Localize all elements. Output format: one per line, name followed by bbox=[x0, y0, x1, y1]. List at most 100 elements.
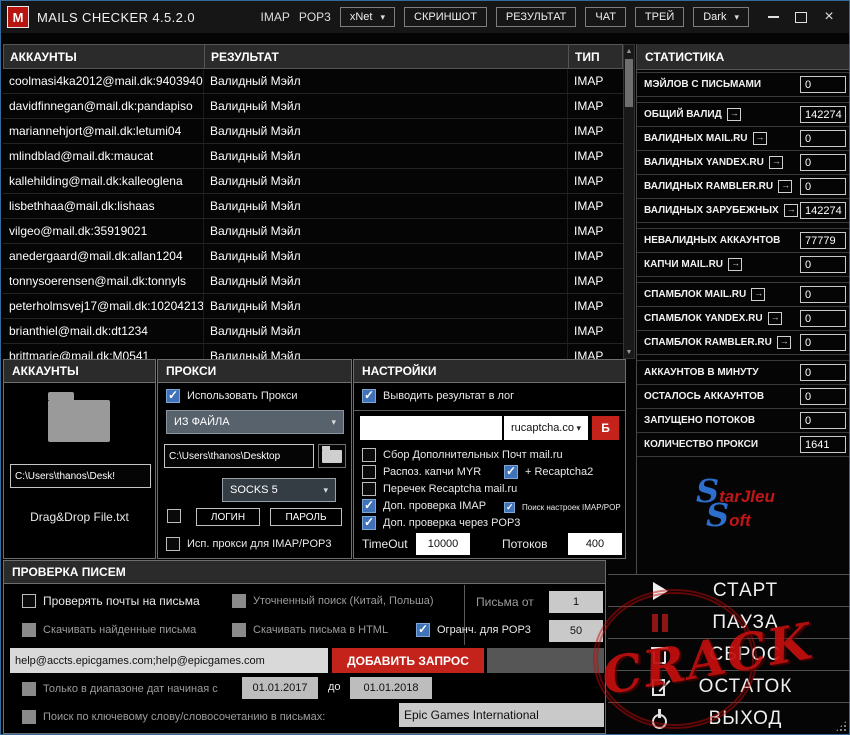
export-icon[interactable] bbox=[751, 288, 765, 301]
rest-icon bbox=[648, 675, 672, 699]
table-row[interactable]: lisbethhaa@mail.dk:lishaas Валидный Мэйл… bbox=[3, 194, 623, 219]
date-from-input[interactable] bbox=[242, 677, 318, 699]
stat-value: 0 bbox=[800, 364, 846, 381]
folder-icon[interactable] bbox=[48, 400, 110, 442]
export-icon[interactable] bbox=[778, 180, 792, 193]
checkbox-captcha-myr[interactable] bbox=[362, 465, 376, 479]
log-output-label: Выводить результат в лог bbox=[383, 390, 514, 402]
checkbox-use-proxy[interactable] bbox=[166, 389, 180, 403]
captcha-key-input[interactable] bbox=[360, 416, 502, 440]
search-query-input[interactable] bbox=[10, 648, 328, 673]
checkbox-proxy-imap-pop3[interactable] bbox=[166, 537, 180, 551]
trash-button[interactable]: СБРОС bbox=[608, 638, 849, 670]
proxy-source-value: ИЗ ФАЙЛА bbox=[174, 416, 230, 428]
cell-type: IMAP bbox=[568, 194, 623, 218]
table-row[interactable]: peterholmsvej17@mail.dk:10204213 Валидны… bbox=[3, 294, 623, 319]
stat-label: МЭЙЛОВ С ПИСЬМАМИ bbox=[644, 79, 761, 90]
checkbox-imap-check[interactable] bbox=[362, 499, 376, 513]
statistics-title: СТАТИСТИКА bbox=[637, 44, 849, 70]
checkbox-pop3-check[interactable] bbox=[362, 516, 376, 530]
stat-value: 0 bbox=[800, 310, 846, 327]
cell-result: Валидный Мэйл bbox=[204, 119, 568, 143]
scroll-down-arrow[interactable]: ▼ bbox=[624, 346, 634, 358]
proxy-login-input[interactable]: ЛОГИН bbox=[196, 508, 260, 526]
accounts-file-path-input[interactable] bbox=[10, 464, 151, 488]
cell-account: kallehilding@mail.dk:kalleoglena bbox=[3, 169, 204, 193]
table-row[interactable]: brittmarie@mail.dk:M0541 Валидный Мэйл I… bbox=[3, 344, 623, 359]
play-button[interactable]: СТАРТ bbox=[608, 574, 849, 606]
proxy-source-dropdown[interactable]: ИЗ ФАЙЛА ▾ bbox=[166, 410, 344, 434]
close-button[interactable]: × bbox=[815, 4, 843, 30]
theme-dropdown[interactable]: Dark ▾ bbox=[693, 7, 749, 27]
table-row[interactable]: tonnysoerensen@mail.dk:tonnyls Валидный … bbox=[3, 269, 623, 294]
balance-button[interactable]: Б bbox=[592, 416, 619, 440]
table-row[interactable]: brianthiel@mail.dk:dt1234 Валидный Мэйл … bbox=[3, 319, 623, 344]
stat-label: КОЛИЧЕСТВО ПРОКСИ bbox=[644, 439, 758, 450]
column-header-result[interactable]: РЕЗУЛЬТАТ bbox=[205, 45, 569, 68]
checkbox-pop3-limit[interactable] bbox=[416, 623, 430, 637]
result-button[interactable]: РЕЗУЛЬТАТ bbox=[496, 7, 576, 27]
proxy-password-input[interactable]: ПАРОЛЬ bbox=[270, 508, 342, 526]
export-icon[interactable] bbox=[728, 258, 742, 271]
xnet-dropdown[interactable]: xNet ▾ bbox=[340, 7, 395, 27]
checkbox-imap-settings-search[interactable] bbox=[504, 502, 515, 513]
letters-from-input[interactable] bbox=[549, 591, 603, 613]
checkbox-check-letters[interactable] bbox=[22, 594, 36, 608]
minimize-button[interactable] bbox=[759, 4, 787, 30]
checkbox-collect-extra-mail[interactable] bbox=[362, 448, 376, 462]
menu-imap[interactable]: IMAP bbox=[261, 10, 290, 24]
table-row[interactable]: kallehilding@mail.dk:kalleoglena Валидны… bbox=[3, 169, 623, 194]
tray-button[interactable]: ТРЕЙ bbox=[635, 7, 684, 27]
stat-group: НЕВАЛИДНЫХ АККАУНТОВ 77779 КАПЧИ MAIL.RU… bbox=[637, 228, 849, 277]
date-to-input[interactable] bbox=[350, 677, 432, 699]
captcha-service-dropdown[interactable]: rucaptcha.co ▾ bbox=[504, 416, 588, 440]
export-icon[interactable] bbox=[777, 336, 791, 349]
table-row[interactable]: vilgeo@mail.dk:35919021 Валидный Мэйл IM… bbox=[3, 219, 623, 244]
table-row[interactable]: anedergaard@mail.dk:allan1204 Валидный М… bbox=[3, 244, 623, 269]
column-header-type[interactable]: ТИП bbox=[569, 45, 622, 68]
proxy-type-dropdown[interactable]: SOCKS 5 ▾ bbox=[222, 478, 336, 502]
cell-type: IMAP bbox=[568, 94, 623, 118]
browse-proxy-file-button[interactable] bbox=[318, 444, 346, 468]
cell-account: lisbethhaa@mail.dk:lishaas bbox=[3, 194, 204, 218]
table-row[interactable]: mariannehjort@mail.dk:letumi04 Валидный … bbox=[3, 119, 623, 144]
add-query-button[interactable]: ДОБАВИТЬ ЗАПРОС bbox=[332, 648, 484, 673]
letter-check-panel-title: ПРОВЕРКА ПИСЕМ bbox=[4, 561, 605, 584]
screenshot-button[interactable]: СКРИНШОТ bbox=[404, 7, 487, 27]
checkbox-proxy-auth[interactable] bbox=[167, 509, 181, 523]
checkbox-recheck-recaptcha[interactable] bbox=[362, 482, 376, 496]
threads-input[interactable] bbox=[568, 533, 622, 555]
checkbox-recaptcha2[interactable] bbox=[504, 465, 518, 479]
chevron-down-icon: ▾ bbox=[734, 12, 739, 23]
cell-account: anedergaard@mail.dk:allan1204 bbox=[3, 244, 204, 268]
action-label: ПАУЗА bbox=[672, 612, 849, 634]
chat-button[interactable]: ЧАТ bbox=[585, 7, 626, 27]
export-icon[interactable] bbox=[727, 108, 741, 121]
timeout-input[interactable] bbox=[416, 533, 470, 555]
table-row[interactable]: coolmasi4ka2012@mail.dk:94039403 Валидны… bbox=[3, 69, 623, 94]
scrollbar-thumb[interactable] bbox=[625, 59, 633, 107]
titlebar-menu: IMAP POP3 xNet ▾ СКРИНШОТ РЕЗУЛЬТАТ ЧАТ … bbox=[261, 7, 750, 27]
cell-result: Валидный Мэйл bbox=[204, 194, 568, 218]
menu-pop3[interactable]: POP3 bbox=[299, 10, 331, 24]
stat-value: 0 bbox=[800, 412, 846, 429]
cell-account: coolmasi4ka2012@mail.dk:94039403 bbox=[3, 69, 204, 93]
pause-button[interactable]: ПАУЗА bbox=[608, 606, 849, 638]
rest-button[interactable]: ОСТАТОК bbox=[608, 670, 849, 702]
export-icon[interactable] bbox=[753, 132, 767, 145]
checkbox-log-output[interactable] bbox=[362, 389, 376, 403]
export-icon[interactable] bbox=[769, 156, 783, 169]
column-header-accounts[interactable]: АККАУНТЫ bbox=[4, 45, 205, 68]
scroll-up-arrow[interactable]: ▲ bbox=[624, 45, 634, 57]
action-label: СТАРТ bbox=[672, 580, 849, 602]
table-row[interactable]: davidfinnegan@mail.dk:pandapiso Валидный… bbox=[3, 94, 623, 119]
power-button[interactable]: ВЫХОД bbox=[608, 702, 849, 734]
keyword-input[interactable] bbox=[399, 703, 604, 727]
export-icon[interactable] bbox=[784, 204, 798, 217]
maximize-button[interactable] bbox=[787, 4, 815, 30]
cell-result: Валидный Мэйл bbox=[204, 169, 568, 193]
table-row[interactable]: mlindblad@mail.dk:maucat Валидный Мэйл I… bbox=[3, 144, 623, 169]
proxy-file-path-input[interactable] bbox=[164, 444, 314, 468]
export-icon[interactable] bbox=[768, 312, 782, 325]
pop3-limit-input[interactable] bbox=[549, 620, 603, 642]
